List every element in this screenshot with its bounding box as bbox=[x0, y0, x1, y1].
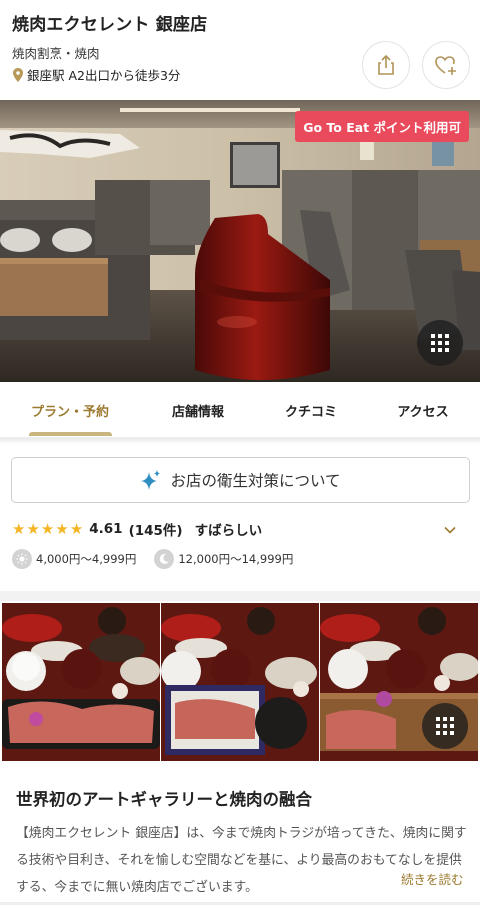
star-icon: ★ bbox=[69, 519, 84, 538]
tab-reviews[interactable]: クチコミ bbox=[251, 382, 371, 438]
lunch-price: 4,000円～4,999円 bbox=[36, 552, 137, 566]
star-icon: ★ bbox=[55, 519, 69, 538]
review-count: (145件) bbox=[128, 523, 183, 539]
favorite-button[interactable] bbox=[422, 41, 470, 89]
grid-icon bbox=[431, 334, 449, 352]
restaurant-interior-image bbox=[0, 100, 480, 382]
shop-tabs: プラン・予約 店舗情報 クチコミ アクセス bbox=[0, 382, 480, 438]
tab-plan-reservation[interactable]: プラン・予約 bbox=[10, 382, 130, 438]
section-divider bbox=[0, 591, 480, 601]
photo-gallery-button[interactable] bbox=[417, 320, 463, 366]
sparkle-icon bbox=[141, 470, 161, 490]
dinner-price: 12,000円～14,999円 bbox=[178, 552, 294, 566]
go-to-eat-badge: Go To Eat ポイント利用可 bbox=[295, 111, 469, 142]
course-photo[interactable] bbox=[320, 603, 478, 761]
tab-access[interactable]: アクセス bbox=[363, 382, 480, 438]
description-title: 世界初のアートギャラリーと焼肉の融合 bbox=[16, 790, 313, 809]
shop-title: 焼肉エクセレント 銀座店 bbox=[12, 15, 208, 35]
hygiene-measures-button[interactable]: お店の衛生対策について bbox=[11, 457, 470, 503]
heart-plus-icon bbox=[435, 56, 456, 75]
grid-icon bbox=[436, 717, 454, 735]
lunch-sun-icon bbox=[12, 549, 32, 569]
tabs-shadow bbox=[0, 438, 480, 444]
active-tab-indicator bbox=[29, 432, 112, 436]
rating-row[interactable]: ★ ★ ★ ★ ★ 4.61 (145件) すばらしい bbox=[12, 519, 262, 539]
shop-header: 焼肉エクセレント 銀座店 焼肉割烹・焼肉 銀座駅 A2出口から徒歩3分 bbox=[0, 0, 480, 100]
course-photo[interactable] bbox=[2, 603, 160, 761]
course-photo[interactable] bbox=[161, 603, 319, 761]
hygiene-label: お店の衛生対策について bbox=[170, 472, 341, 490]
shop-access: 銀座駅 A2出口から徒歩3分 bbox=[12, 65, 180, 84]
price-row: 4,000円～4,999円 12,000円～14,999円 bbox=[12, 549, 293, 569]
read-more-link[interactable]: 続きを読む bbox=[401, 869, 464, 888]
rating-label: すばらしい bbox=[194, 523, 263, 539]
share-button[interactable] bbox=[362, 41, 410, 89]
location-pin-icon bbox=[13, 67, 23, 82]
star-icon: ★ bbox=[26, 519, 40, 538]
share-icon bbox=[378, 54, 394, 75]
tab-shop-info[interactable]: 店舗情報 bbox=[138, 382, 258, 438]
access-text: 銀座駅 A2出口から徒歩3分 bbox=[27, 68, 181, 83]
rating-score: 4.61 bbox=[89, 521, 123, 537]
chevron-down-icon[interactable] bbox=[444, 524, 456, 536]
course-photos bbox=[0, 601, 480, 761]
course-gallery-button[interactable] bbox=[422, 703, 468, 749]
dinner-moon-icon bbox=[154, 549, 175, 569]
star-icon: ★ bbox=[12, 519, 26, 538]
main-photo[interactable]: Go To Eat ポイント利用可 bbox=[0, 100, 480, 382]
star-icon: ★ bbox=[40, 519, 55, 538]
rating-stars: ★ ★ ★ ★ ★ bbox=[12, 519, 84, 538]
shop-genre: 焼肉割烹・焼肉 bbox=[12, 46, 100, 61]
